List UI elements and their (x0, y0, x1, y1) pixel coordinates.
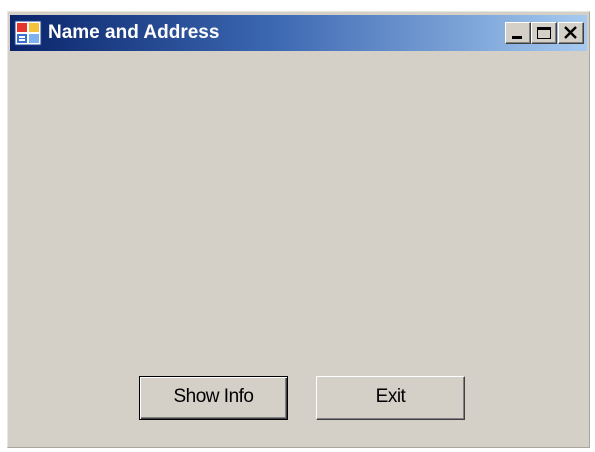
close-icon (564, 26, 577, 39)
window-title: Name and Address (48, 22, 220, 43)
exit-label: Exit (375, 386, 406, 407)
maximize-button[interactable] (531, 22, 557, 44)
main-window: Name and Address Show Info Exit (7, 11, 590, 448)
show-info-label: Show Info (173, 386, 255, 407)
maximize-icon (537, 27, 551, 39)
show-info-button[interactable]: Show Info (139, 376, 288, 420)
minimize-button[interactable] (505, 22, 531, 44)
title-bar[interactable]: Name and Address (10, 15, 587, 51)
exit-button[interactable]: Exit (316, 376, 465, 420)
close-button[interactable] (558, 22, 584, 44)
form-window-icon (14, 20, 42, 46)
minimize-icon (512, 36, 522, 39)
